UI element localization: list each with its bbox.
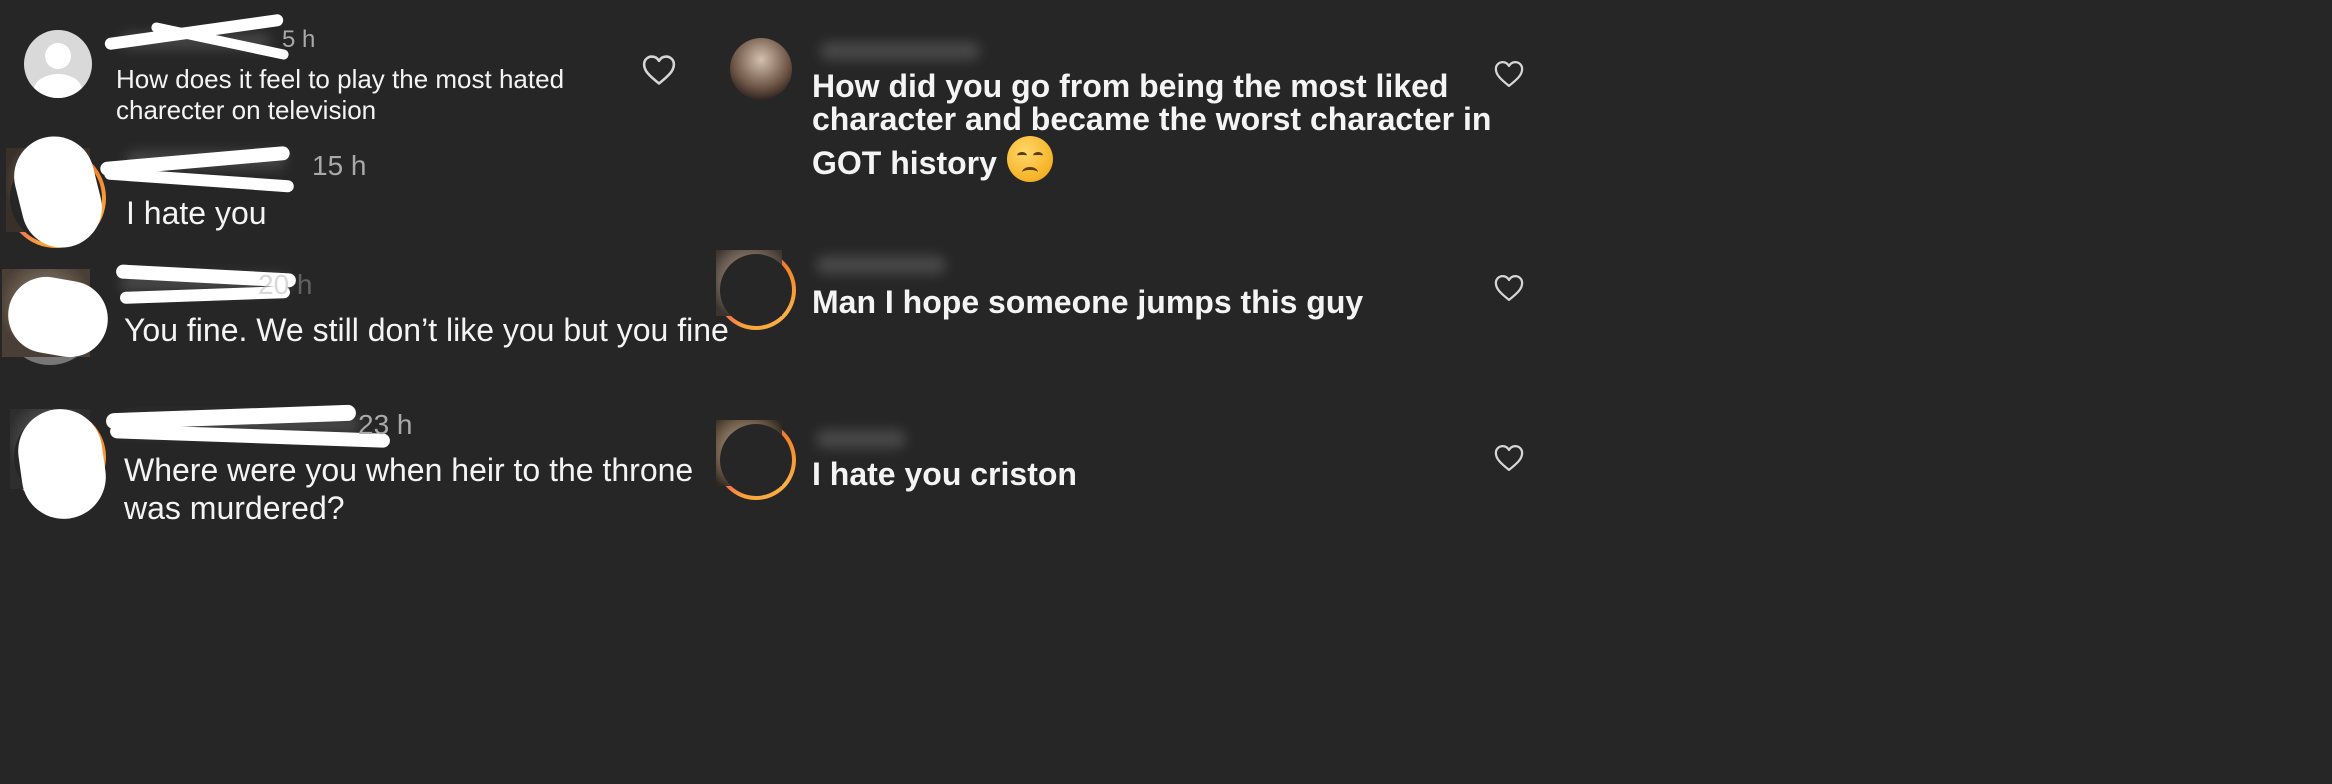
screenshot-canvas: 5 h How does it feel to play the most ha… (0, 0, 2332, 784)
comment-text-line: I hate you (126, 195, 267, 231)
heart-outline-icon[interactable] (1494, 274, 1524, 302)
comment-text-line: character and became the worst character… (812, 101, 1492, 137)
comment-item: Man I hope someone jumps this guy (716, 240, 2320, 360)
comment-text-line: How does it feel to play the most hated (116, 64, 565, 94)
username-obscured (820, 42, 980, 60)
comment-text-line: You fine. We still don’t like you but yo… (124, 312, 729, 348)
avatar[interactable] (24, 30, 92, 98)
comment-text: Man I hope someone jumps this guy (812, 284, 1363, 320)
comment-text: I hate you (126, 194, 267, 232)
comment-text: How does it feel to play the most hated … (116, 64, 564, 126)
comment-item: How did you go from being the most liked… (720, 0, 2320, 220)
default-user-avatar-icon (34, 43, 82, 98)
comment-item: 15 h I hate you (0, 127, 720, 257)
comment-item: 5 h How does it feel to play the most ha… (0, 0, 720, 140)
story-ring[interactable] (716, 250, 796, 330)
disappointed-face-icon (1006, 136, 1053, 182)
comment-item: I hate you criston (716, 410, 2320, 530)
comment-text: I hate you criston (812, 456, 1077, 492)
comment-text-line: was murdered? (124, 490, 345, 526)
story-ring[interactable] (716, 420, 796, 500)
comment-text: You fine. We still don’t like you but yo… (124, 311, 729, 349)
comment-timestamp: 5 h (282, 26, 316, 53)
comment-text: Where were you when heir to the throne w… (124, 451, 693, 527)
comment-text-line: GOT history (812, 136, 1491, 182)
comment-item: 20 h You fine. We still don’t like you b… (0, 255, 729, 375)
comment-text-line: Man I hope someone jumps this guy (812, 284, 1364, 320)
avatar[interactable] (730, 38, 792, 100)
username-obscured (816, 256, 946, 274)
comment-text-line: How did you go from being the most liked (812, 68, 1449, 104)
username-redaction (103, 167, 295, 193)
comment-timestamp: 15 h (312, 150, 367, 181)
heart-outline-icon[interactable] (642, 54, 676, 86)
comment-timestamp: 23 h (358, 409, 413, 440)
heart-outline-icon[interactable] (1494, 60, 1524, 88)
username-obscured (816, 430, 906, 448)
heart-outline-icon[interactable] (1494, 444, 1524, 472)
comment-item: 23 h Where were you when heir to the thr… (0, 395, 720, 535)
comment-text-line: charecter on television (116, 95, 377, 125)
comment-text: How did you go from being the most liked… (812, 70, 1491, 182)
comment-text-line: I hate you criston (812, 456, 1077, 492)
comment-text-line: Where were you when heir to the throne (124, 452, 694, 488)
comment-text-fragment: GOT history (812, 145, 997, 181)
comment-timestamp: 20 h (258, 269, 313, 300)
